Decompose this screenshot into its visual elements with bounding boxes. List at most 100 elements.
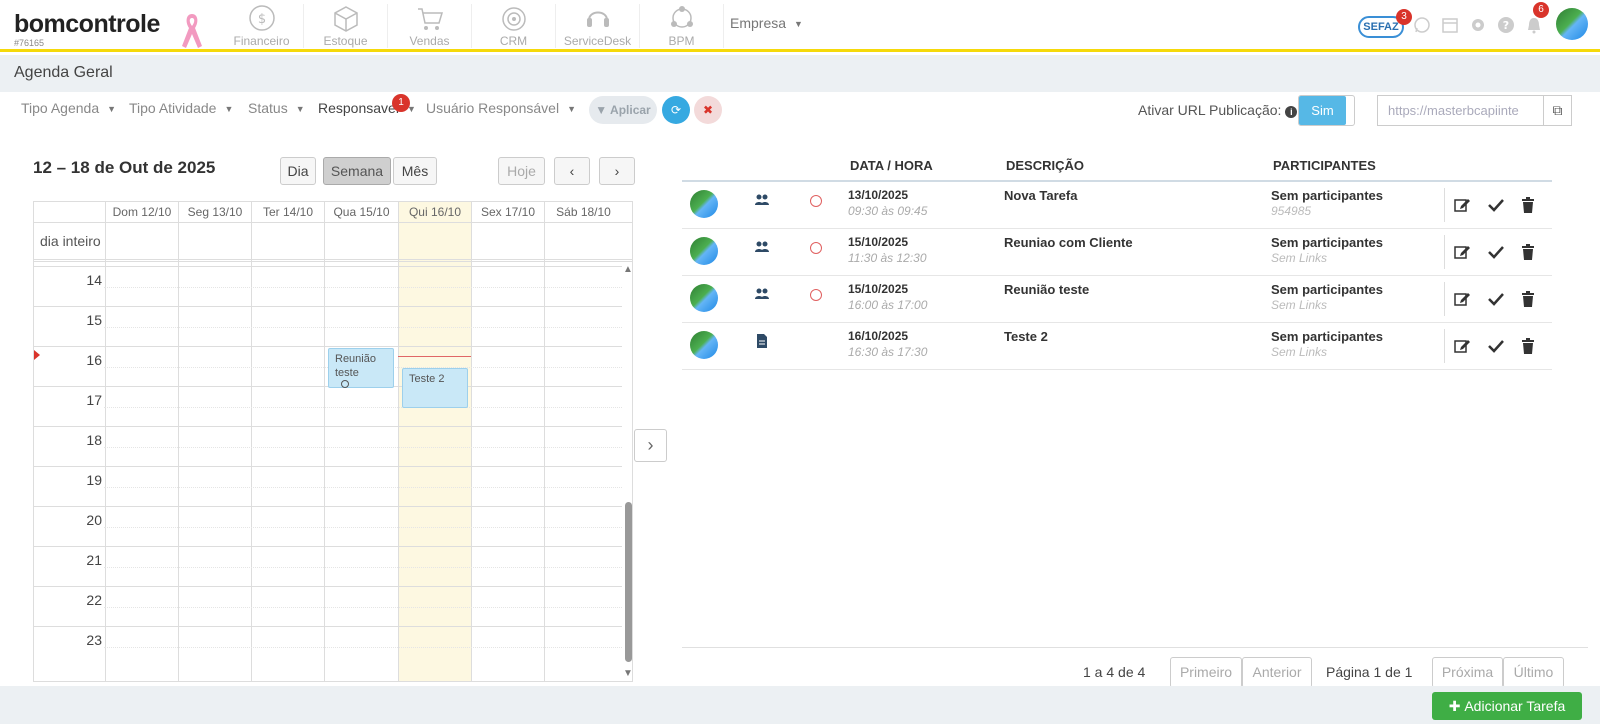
hour-row-15[interactable]: 15	[34, 306, 622, 347]
col-header-datetime[interactable]: DATA / HORA	[850, 158, 933, 173]
col-header-participants[interactable]: PARTICIPANTES	[1273, 158, 1376, 173]
event-title: Teste 2	[409, 373, 445, 385]
svg-text:$: $	[257, 12, 265, 27]
add-task-label: Adicionar Tarefa	[1464, 698, 1566, 714]
help-icon[interactable]: ?	[1497, 16, 1515, 34]
trash-icon[interactable]	[1519, 290, 1537, 308]
last-page-button[interactable]: Último	[1503, 657, 1564, 688]
headset-icon	[586, 11, 609, 27]
bell-icon[interactable]	[1525, 16, 1543, 34]
gear-icon[interactable]	[1469, 16, 1487, 34]
publication-url-input[interactable]: https://masterbcapiinte	[1377, 95, 1544, 126]
day-header-sab: Sáb 18/10	[544, 202, 622, 222]
trash-icon[interactable]	[1519, 337, 1537, 355]
prev-page-button[interactable]: Anterior	[1242, 657, 1312, 688]
top-bar: bomcontrole #76165 $ Financeiro Estoque …	[0, 0, 1600, 52]
task-participants: Sem participantes	[1271, 188, 1383, 203]
calendar-scrollbar[interactable]: ▲ ▼	[622, 264, 632, 681]
svg-text:?: ?	[1503, 19, 1509, 32]
avatar	[690, 331, 718, 359]
now-indicator-arrow	[34, 350, 40, 360]
apply-label: Aplicar	[610, 103, 651, 117]
network-icon	[670, 6, 693, 28]
check-icon[interactable]	[1487, 243, 1505, 261]
check-icon[interactable]	[1487, 337, 1505, 355]
toggle-panel-button[interactable]: ›	[634, 429, 667, 462]
cart-icon	[417, 8, 443, 30]
filter-tipo-atividade[interactable]: Tipo Atividade ▼	[129, 100, 233, 116]
footer-bar	[0, 686, 1600, 724]
col-header-description[interactable]: DESCRIÇÃO	[1006, 158, 1084, 173]
trash-icon[interactable]	[1519, 196, 1537, 214]
apply-button[interactable]: ▼ Aplicar	[589, 96, 657, 124]
filter-usuario-responsavel[interactable]: Usuário Responsável ▼	[426, 100, 576, 116]
task-row[interactable]: 15/10/2025 16:00 às 17:00 Reunião teste …	[682, 276, 1552, 323]
week-calendar-grid: Dom 12/10 Seg 13/10 Ter 14/10 Qua 15/10 …	[33, 201, 633, 682]
pagination-page: Página 1 de 1	[1326, 664, 1413, 680]
hour-row-18[interactable]: 18	[34, 426, 622, 467]
empresa-dropdown[interactable]: Empresa ▼	[730, 15, 803, 31]
view-week-button[interactable]: Semana	[323, 157, 391, 185]
nav-vendas[interactable]: Vendas	[388, 4, 472, 48]
edit-icon[interactable]	[1453, 290, 1471, 308]
view-day-button[interactable]: Dia	[280, 157, 316, 185]
caret-down-icon: ▼	[107, 104, 117, 115]
view-month-button[interactable]: Mês	[393, 157, 437, 185]
task-actions	[1444, 235, 1552, 269]
hour-row-20[interactable]: 20	[34, 506, 622, 547]
hour-row-19[interactable]: 19	[34, 466, 622, 507]
url-publication-toggle[interactable]: Sim	[1298, 95, 1355, 126]
brand-logo[interactable]: bomcontrole	[14, 10, 160, 39]
calendar-event[interactable]: Teste 2	[402, 368, 468, 408]
task-row[interactable]: 15/10/2025 11:30 às 12:30 Reuniao com Cl…	[682, 229, 1552, 276]
filter-tipo-agenda[interactable]: Tipo Agenda ▼	[21, 100, 116, 116]
add-task-button[interactable]: ✚ Adicionar Tarefa	[1432, 692, 1582, 720]
task-time: 09:30 às 09:45	[848, 204, 928, 218]
hour-row-17[interactable]: 17	[34, 386, 622, 427]
chevron-right-icon: ›	[614, 163, 620, 179]
today-button[interactable]: Hoje	[498, 157, 545, 185]
calendar-range-title: 12 – 18 de Out de 2025	[33, 158, 216, 177]
nav-bpm[interactable]: BPM	[640, 4, 724, 48]
hour-row-14[interactable]: 14	[34, 266, 622, 307]
hour-row-21[interactable]: 21	[34, 546, 622, 587]
nav-servicedesk[interactable]: ServiceDesk	[556, 4, 640, 48]
scroll-thumb[interactable]	[625, 502, 632, 662]
nav-estoque[interactable]: Estoque	[304, 4, 388, 48]
hour-row-23[interactable]: 23	[34, 626, 622, 667]
filter-status[interactable]: Status ▼	[248, 100, 305, 116]
notifications-badge: 6	[1533, 2, 1549, 18]
users-icon	[755, 194, 769, 205]
refresh-button[interactable]: ⟳	[662, 96, 690, 124]
scroll-up-icon[interactable]: ▲	[623, 264, 632, 275]
user-avatar[interactable]	[1556, 8, 1588, 40]
task-row[interactable]: 16/10/2025 16:30 às 17:30 Teste 2 Sem pa…	[682, 323, 1552, 370]
hour-row-22[interactable]: 22	[34, 586, 622, 627]
nav-crm[interactable]: CRM	[472, 4, 556, 48]
chevron-left-icon: ‹	[569, 163, 575, 179]
whatsapp-icon[interactable]	[1413, 16, 1431, 34]
prev-week-button[interactable]: ‹	[554, 157, 590, 185]
edit-icon[interactable]	[1453, 196, 1471, 214]
task-row[interactable]: 13/10/2025 09:30 às 09:45 Nova Tarefa Se…	[682, 182, 1552, 229]
next-week-button[interactable]: ›	[599, 157, 635, 185]
calendar-event[interactable]: Reunião teste	[328, 348, 394, 388]
box-icon	[333, 6, 358, 32]
task-description: Nova Tarefa	[1004, 188, 1078, 203]
next-page-button[interactable]: Próxima	[1432, 657, 1503, 688]
calendar-icon[interactable]	[1441, 16, 1459, 34]
copy-url-button[interactable]: ⧉	[1544, 95, 1572, 126]
edit-icon[interactable]	[1453, 243, 1471, 261]
clear-filters-button[interactable]: ✖	[694, 96, 722, 124]
scroll-down-icon[interactable]: ▼	[623, 668, 632, 679]
edit-icon[interactable]	[1453, 337, 1471, 355]
trash-icon[interactable]	[1519, 243, 1537, 261]
event-title: Reunião teste	[335, 353, 376, 379]
task-sub: Sem Links	[1271, 251, 1328, 265]
hour-label: 15	[86, 312, 102, 328]
check-icon[interactable]	[1487, 290, 1505, 308]
check-icon[interactable]	[1487, 196, 1505, 214]
nav-financeiro[interactable]: $ Financeiro	[220, 4, 304, 48]
hour-label: 19	[86, 472, 102, 488]
first-page-button[interactable]: Primeiro	[1170, 657, 1242, 688]
